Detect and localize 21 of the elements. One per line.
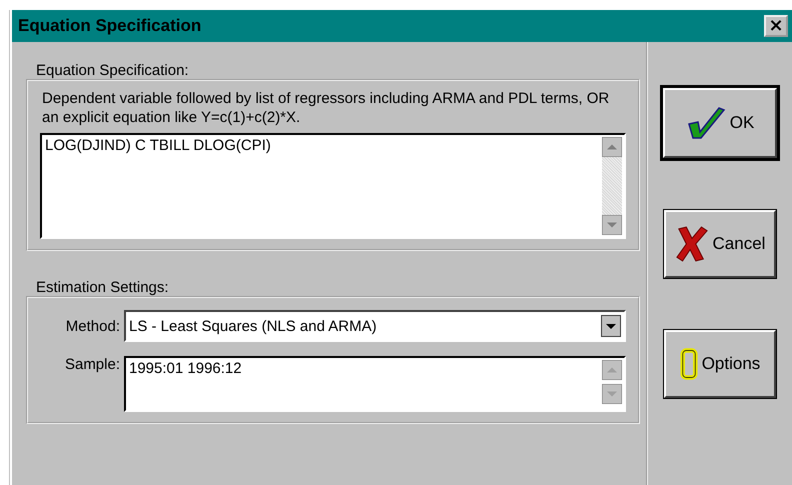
sample-label: Sample: [64, 356, 120, 373]
ok-button[interactable]: OK [663, 88, 777, 158]
equation-field[interactable]: LOG(DJIND) C TBILL DLOG(CPI) [40, 133, 626, 239]
method-label: Method: [64, 318, 120, 334]
scroll-down-button[interactable] [602, 215, 622, 235]
letter-o-icon [680, 347, 698, 381]
method-dropdown[interactable]: LS - Least Squares (NLS and ARMA) [124, 310, 626, 342]
cancel-button[interactable]: Cancel [664, 210, 776, 278]
close-button[interactable]: × [764, 15, 788, 37]
scroll-up-button[interactable] [602, 360, 622, 380]
checkmark-icon [686, 106, 726, 140]
instruction-text: Dependent variable followed by list of regressors including ARMA and PDL terms, OR an explicit equation like Y=c(1)+c(2)*X. [41, 89, 610, 127]
scroll-bar[interactable] [600, 135, 624, 237]
sample-field[interactable]: 1995:01 1996:12 [124, 356, 626, 412]
scroll-down-button[interactable] [602, 384, 622, 404]
options-button[interactable]: Options [664, 330, 776, 398]
cross-icon [674, 224, 709, 264]
scroll-up-button[interactable] [602, 137, 622, 157]
window-title: Equation Specification [18, 16, 202, 36]
group-label: Equation Specification: [36, 62, 190, 79]
group-label: Estimation Settings: [36, 279, 170, 296]
